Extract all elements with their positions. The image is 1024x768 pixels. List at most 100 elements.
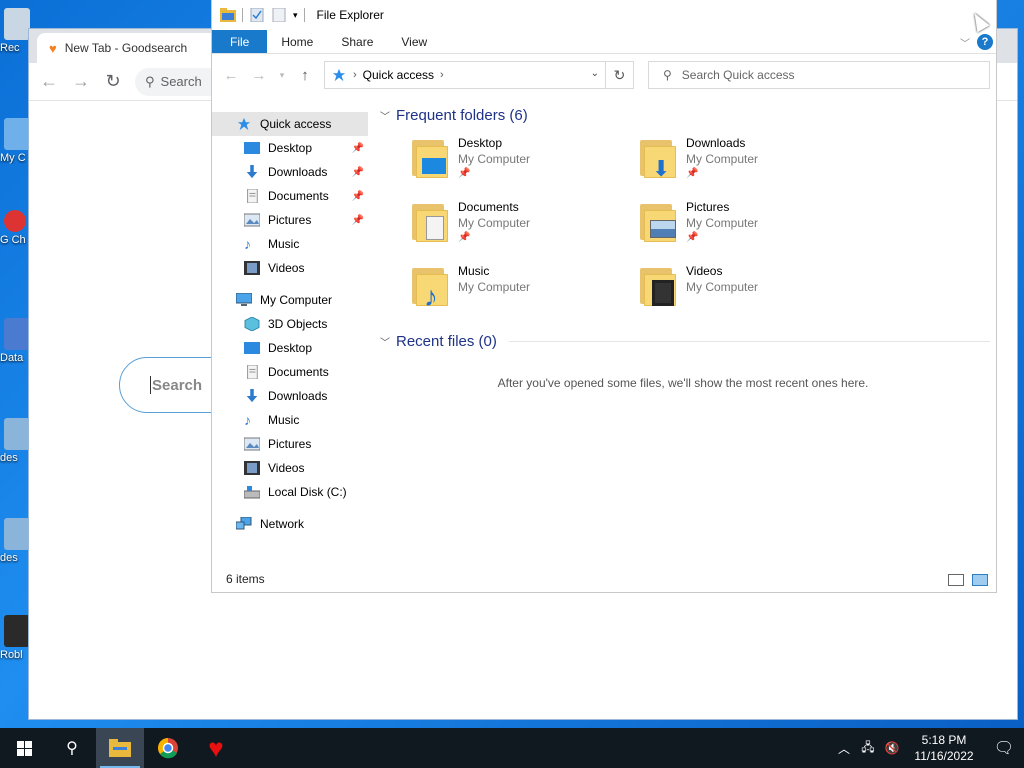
notification-icon[interactable]: 🗨 [984, 738, 1024, 758]
folder-tile-music[interactable]: ♪ Music My Computer [412, 264, 640, 320]
music-note-icon: ♪ [244, 412, 251, 428]
separator [303, 8, 305, 22]
properties-icon[interactable] [249, 8, 265, 22]
navigation-pane: Quick access Desktop 📌 Downloads 📌 Docum… [212, 112, 368, 552]
back-arrow-icon[interactable]: ← [39, 71, 59, 92]
sidebar-item-videos-2[interactable]: Videos [212, 456, 368, 480]
address-bar[interactable]: › Quick access › ⌄ ↻ [324, 61, 634, 89]
address-row: ← → ▾ ↑ › Quick access › ⌄ ↻ ⚲ Search Qu… [212, 54, 996, 96]
address-dropdown-icon[interactable]: ⌄ [591, 68, 599, 79]
sidebar-item-pictures[interactable]: Pictures 📌 [212, 208, 368, 232]
folder-name: Videos [686, 264, 723, 278]
pin-icon: 📌 [686, 232, 699, 243]
desktop-icon-data[interactable]: Data [0, 318, 30, 364]
chevron-right-icon[interactable]: › [440, 69, 444, 81]
forward-arrow-icon[interactable]: → [71, 71, 91, 92]
details-view-icon[interactable] [948, 574, 964, 586]
chevron-right-icon: › [353, 69, 357, 81]
search-placeholder: Search [152, 376, 203, 394]
folder-name: Music [458, 264, 490, 278]
computer-icon [236, 293, 252, 306]
sidebar-item-label: Pictures [268, 213, 312, 227]
folder-location: My Computer [686, 280, 759, 294]
desktop-icon-recycle-bin[interactable]: Rec [0, 8, 30, 54]
reload-icon[interactable]: ↻ [103, 71, 123, 92]
desktop-folder-icon [412, 138, 450, 182]
sidebar-item-desktop[interactable]: Desktop 📌 [212, 136, 368, 160]
folder-tile-desktop[interactable]: Desktop My Computer 📌 [412, 136, 640, 192]
sidebar-item-network[interactable]: Network [212, 512, 368, 536]
sidebar-item-pictures-2[interactable]: Pictures [212, 432, 368, 456]
expand-ribbon-icon[interactable]: ﹀ [960, 35, 970, 50]
sidebar-item-downloads[interactable]: Downloads 📌 [212, 160, 368, 184]
folder-tile-videos[interactable]: Videos My Computer [640, 264, 868, 320]
music-note-icon: ♪ [244, 236, 251, 252]
sidebar-item-3d-objects[interactable]: 3D Objects [212, 312, 368, 336]
customize-quick-access-icon[interactable]: ▾ [293, 10, 298, 21]
folder-location: My Computer [686, 152, 759, 166]
document-icon [247, 189, 258, 203]
sidebar-item-documents-2[interactable]: Documents [212, 360, 368, 384]
desktop-icon-roblox[interactable]: Robl [0, 615, 30, 661]
up-arrow-icon[interactable]: ↑ [296, 67, 314, 84]
desktop-icon [244, 342, 260, 354]
folder-tile-pictures[interactable]: Pictures My Computer 📌 [640, 200, 868, 256]
search-icon: ⚲ [66, 740, 78, 757]
desktop-icon-des-1[interactable]: des [0, 418, 30, 464]
desktop-icon [244, 142, 260, 154]
group-title: Recent files (0) [396, 332, 497, 350]
sidebar-item-music[interactable]: ♪ Music [212, 232, 368, 256]
desktop-icon-des-2[interactable]: des [0, 518, 30, 564]
network-icon[interactable]: 🖧 [856, 738, 880, 759]
taskbar-chrome[interactable] [144, 728, 192, 768]
search-button[interactable]: ⚲ [48, 728, 96, 768]
back-arrow-icon[interactable]: ← [222, 67, 240, 84]
desktop-icon-label: G Ch [0, 234, 26, 246]
recent-locations-icon[interactable]: ▾ [278, 70, 286, 81]
sidebar-item-videos[interactable]: Videos [212, 256, 368, 280]
search-input[interactable]: ⚲ Search Quick access [648, 61, 990, 89]
shortcut-icon [4, 318, 30, 350]
film-strip-icon [244, 461, 260, 475]
taskbar-file-explorer[interactable] [96, 728, 144, 768]
taskbar-heart-app[interactable]: ♥ [192, 728, 240, 768]
sidebar-item-downloads-2[interactable]: Downloads [212, 384, 368, 408]
window-title: File Explorer [316, 8, 384, 22]
folder-tile-documents[interactable]: Documents My Computer 📌 [412, 200, 640, 256]
tab-share[interactable]: Share [327, 30, 387, 53]
sidebar-item-local-disk[interactable]: Local Disk (C:) [212, 480, 368, 504]
tab-file[interactable]: File [212, 30, 268, 53]
volume-muted-icon[interactable]: 🔇 [880, 741, 904, 755]
browser-tab[interactable]: ♥ New Tab - Goodsearch [37, 33, 237, 63]
videos-folder-icon [640, 266, 678, 310]
sidebar-item-my-computer[interactable]: My Computer [212, 288, 368, 312]
chevron-down-icon: ﹀ [380, 111, 390, 123]
sidebar-item-label: Pictures [268, 437, 312, 451]
sidebar-item-documents[interactable]: Documents 📌 [212, 184, 368, 208]
search-icon: ⚲ [663, 68, 672, 82]
large-icons-view-icon[interactable] [972, 574, 988, 586]
sidebar-item-music-2[interactable]: ♪ Music [212, 408, 368, 432]
frequent-folders-header[interactable]: ﹀ Frequent folders (6) [376, 104, 990, 126]
recent-files-header[interactable]: ﹀ Recent files (0) [376, 330, 990, 352]
chevron-up-icon[interactable]: ︿ [832, 740, 856, 757]
sidebar-item-desktop-2[interactable]: Desktop [212, 336, 368, 360]
quick-access-star-icon [332, 68, 346, 82]
tab-home[interactable]: Home [267, 30, 327, 53]
clock[interactable]: 5:18 PM 11/16/2022 [904, 732, 984, 764]
network-icon [236, 517, 252, 530]
desktop-icon-chrome[interactable]: G Ch [0, 210, 30, 246]
forward-arrow-icon[interactable]: → [250, 67, 268, 84]
tab-view[interactable]: View [387, 30, 441, 53]
new-folder-icon[interactable] [271, 8, 287, 22]
windows-logo-icon [16, 740, 32, 756]
folder-tile-downloads[interactable]: ⬇ Downloads My Computer 📌 [640, 136, 868, 192]
pin-icon: 📌 [351, 166, 364, 178]
desktop-icon-my-computer[interactable]: My C [0, 118, 30, 164]
folder-icon [220, 8, 236, 22]
heart-icon: ♥ [208, 733, 224, 763]
refresh-icon[interactable]: ↻ [605, 62, 633, 88]
start-button[interactable] [0, 728, 48, 768]
help-icon[interactable]: ? [977, 34, 993, 50]
sidebar-item-quick-access[interactable]: Quick access [212, 112, 368, 136]
